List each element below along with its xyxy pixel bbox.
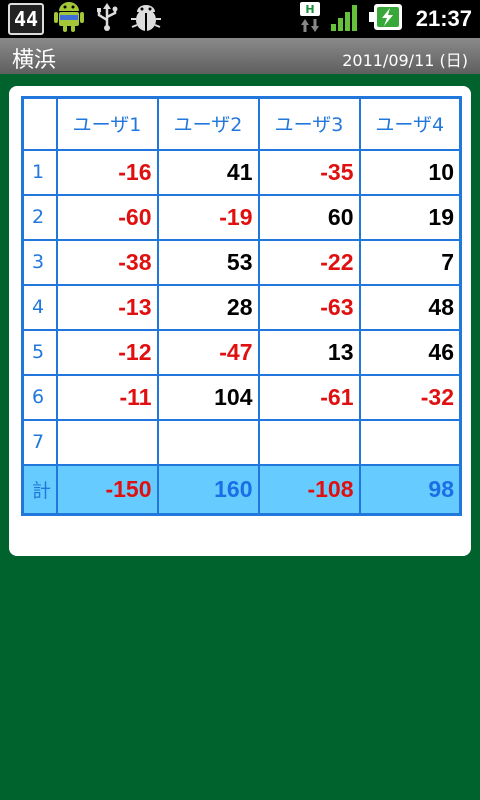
score-cell[interactable] xyxy=(156,418,260,466)
row-label[interactable]: 7 xyxy=(21,418,58,466)
score-cell[interactable]: -35 xyxy=(257,148,361,196)
score-cell[interactable] xyxy=(358,418,462,466)
table-row[interactable]: 4 -13 28 -63 48 xyxy=(21,283,462,331)
clock: 21:37 xyxy=(415,6,472,31)
data-transfer-icon: H xyxy=(298,1,322,37)
score-cell[interactable]: 28 xyxy=(156,283,260,331)
score-cell[interactable]: -12 xyxy=(55,328,159,376)
score-cell[interactable]: 41 xyxy=(156,148,260,196)
usb-icon[interactable] xyxy=(94,2,120,36)
notification-count-icon[interactable]: 44 xyxy=(8,3,44,35)
score-cell[interactable]: -60 xyxy=(55,193,159,241)
score-cell[interactable]: -38 xyxy=(55,238,159,286)
score-cell[interactable]: -19 xyxy=(156,193,260,241)
score-cell[interactable]: 48 xyxy=(358,283,462,331)
corner-cell xyxy=(21,96,58,151)
title-bar: 横浜 2011/09/11 (日) xyxy=(0,38,480,74)
page-title: 横浜 xyxy=(12,48,57,73)
score-cell[interactable] xyxy=(55,418,159,466)
android-icon[interactable] xyxy=(54,1,84,37)
status-bar-right: H 21:37 xyxy=(298,1,472,37)
score-cell[interactable]: -61 xyxy=(257,373,361,421)
score-cell[interactable]: -63 xyxy=(257,283,361,331)
table-row[interactable]: 2 -60 -19 60 19 xyxy=(21,193,462,241)
score-cell[interactable]: -13 xyxy=(55,283,159,331)
score-cell[interactable]: 60 xyxy=(257,193,361,241)
score-cell[interactable]: 13 xyxy=(257,328,361,376)
status-bar: 44 H 21:37 xyxy=(0,0,480,38)
score-cell[interactable]: 7 xyxy=(358,238,462,286)
score-cell[interactable]: 104 xyxy=(156,373,260,421)
row-label[interactable]: 3 xyxy=(21,238,58,286)
header-user-4[interactable]: ユーザ4 xyxy=(358,96,462,151)
score-cell[interactable]: -22 xyxy=(257,238,361,286)
header-row: ユーザ1 ユーザ2 ユーザ3 ユーザ4 xyxy=(21,96,462,151)
battery-charging-icon xyxy=(368,2,404,36)
total-cell: 98 xyxy=(358,463,462,516)
score-cell[interactable]: -47 xyxy=(156,328,260,376)
total-cell: 160 xyxy=(156,463,260,516)
table-row[interactable]: 3 -38 53 -22 7 xyxy=(21,238,462,286)
score-cell[interactable]: -32 xyxy=(358,373,462,421)
header-user-1[interactable]: ユーザ1 xyxy=(55,96,159,151)
table-row[interactable]: 6 -11 104 -61 -32 xyxy=(21,373,462,421)
total-row: 計 -150 160 -108 98 xyxy=(21,463,462,516)
score-cell[interactable]: -11 xyxy=(55,373,159,421)
row-label[interactable]: 4 xyxy=(21,283,58,331)
score-cell[interactable]: 53 xyxy=(156,238,260,286)
score-cell[interactable]: 19 xyxy=(358,193,462,241)
total-cell: -150 xyxy=(55,463,159,516)
row-label[interactable]: 5 xyxy=(21,328,58,376)
row-label[interactable]: 2 xyxy=(21,193,58,241)
total-cell: -108 xyxy=(257,463,361,516)
score-cell[interactable]: 46 xyxy=(358,328,462,376)
score-card: ユーザ1 ユーザ2 ユーザ3 ユーザ4 1 -16 41 -35 10 2 -60 -19 60… xyxy=(9,86,471,556)
network-letter: H xyxy=(305,3,314,16)
table-row[interactable]: 7 xyxy=(21,418,462,466)
score-cell[interactable] xyxy=(257,418,361,466)
total-label: 計 xyxy=(21,463,58,516)
row-label[interactable]: 1 xyxy=(21,148,58,196)
score-cell[interactable]: -16 xyxy=(55,148,159,196)
score-cell[interactable]: 10 xyxy=(358,148,462,196)
table-row[interactable]: 5 -12 -47 13 46 xyxy=(21,328,462,376)
signal-strength-icon xyxy=(330,2,360,36)
date-label: 2011/09/11 (日) xyxy=(342,51,468,70)
header-user-3[interactable]: ユーザ3 xyxy=(257,96,361,151)
row-label[interactable]: 6 xyxy=(21,373,58,421)
header-user-2[interactable]: ユーザ2 xyxy=(156,96,260,151)
status-bar-left: 44 xyxy=(8,1,162,37)
debug-bug-icon[interactable] xyxy=(130,1,162,37)
score-table: ユーザ1 ユーザ2 ユーザ3 ユーザ4 1 -16 41 -35 10 2 -60 -19 60… xyxy=(21,96,462,516)
table-row[interactable]: 1 -16 41 -35 10 xyxy=(21,148,462,196)
